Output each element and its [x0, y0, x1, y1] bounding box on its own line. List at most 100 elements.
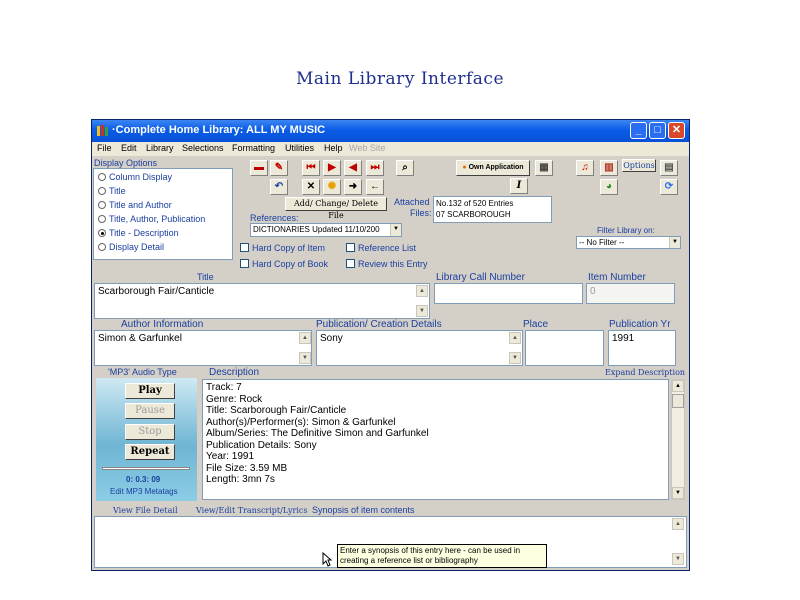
- checkbox-box: [346, 243, 355, 252]
- description-line: Length: 3mn 7s: [206, 474, 275, 485]
- checkbox-label: Hard Copy of Book: [252, 259, 329, 269]
- globe-icon[interactable]: ◕: [600, 179, 618, 195]
- scroll-up-icon[interactable]: ▲: [672, 380, 684, 392]
- synopsis-tooltip: Enter a synopsis of this entry here - ca…: [337, 544, 547, 568]
- author-field[interactable]: Simon & Garfunkel: [94, 330, 312, 366]
- menu-file[interactable]: File: [97, 143, 112, 153]
- menu-edit[interactable]: Edit: [121, 143, 137, 153]
- checkbox-label: Review this Entry: [358, 259, 428, 269]
- binoculars-search-icon[interactable]: ⌕: [396, 160, 414, 176]
- scroll-thumb[interactable]: [672, 394, 684, 408]
- own-application-button[interactable]: ● Own Application: [456, 160, 530, 176]
- display-icon[interactable]: ▤: [660, 160, 678, 176]
- reference-list-checkbox[interactable]: Reference List: [346, 243, 416, 253]
- mouse-cursor-icon: [322, 552, 332, 567]
- description-line: File Size: 3.59 MB: [206, 462, 288, 474]
- item-number-field[interactable]: 0: [586, 283, 675, 304]
- pub-year-field[interactable]: 1991: [608, 330, 676, 366]
- scroll-up-icon[interactable]: ▲: [672, 518, 684, 530]
- radio-title-description[interactable]: Title - Description: [98, 228, 179, 238]
- own-application-label: Own Application: [468, 164, 524, 171]
- maximize-button[interactable]: □: [649, 122, 666, 139]
- attached-file-name: 07 SCARBOROUGH: [436, 210, 511, 219]
- description-line: Publication Details: Sony: [206, 439, 317, 451]
- expand-description-link[interactable]: Expand Description: [605, 368, 685, 377]
- scroll-up-icon[interactable]: ▲: [416, 285, 428, 297]
- previous-record-button[interactable]: ◀: [344, 160, 362, 176]
- radio-title[interactable]: Title: [98, 186, 126, 196]
- attached-files-box[interactable]: No.132 of 520 Entries 07 SCARBOROUGH: [433, 196, 552, 223]
- scroll-down-icon[interactable]: ▼: [672, 487, 684, 499]
- tab-view-edit-transcript[interactable]: View/Edit Transcript/Lyrics: [196, 506, 308, 515]
- tab-synopsis[interactable]: Synopsis of item contents: [312, 505, 415, 515]
- review-entry-checkbox[interactable]: Review this Entry: [346, 259, 428, 269]
- radio-column-display[interactable]: Column Display: [98, 172, 172, 182]
- scroll-down-icon[interactable]: ▼: [672, 553, 684, 565]
- description-line: Author(s)/Performer(s): Simon & Garfunke…: [206, 416, 396, 428]
- minimize-button[interactable]: _: [630, 122, 647, 139]
- menu-utilities[interactable]: Utilities: [285, 143, 314, 153]
- audio-type-label: 'MP3' Audio Type: [108, 367, 177, 377]
- description-textarea[interactable]: Track: 7 Genre: Rock Title: Scarborough …: [202, 379, 669, 500]
- repeat-button[interactable]: Repeat: [125, 444, 175, 460]
- hard-copy-item-checkbox[interactable]: Hard Copy of Item: [240, 243, 325, 253]
- scroll-up-icon[interactable]: ▲: [509, 332, 521, 344]
- checkbox-label: Reference List: [358, 243, 417, 253]
- scroll-down-icon[interactable]: ▼: [416, 305, 428, 317]
- attached-label: Attached: [394, 197, 430, 207]
- call-number-field[interactable]: [434, 283, 583, 304]
- menu-help[interactable]: Help: [324, 143, 343, 153]
- radio-display-detail[interactable]: Display Detail: [98, 242, 164, 252]
- radio-dot: [98, 173, 106, 181]
- edit-mp3-metatags-link[interactable]: Edit MP3 Metatags: [110, 487, 178, 496]
- library-books-icon[interactable]: ▥: [600, 160, 618, 176]
- title-bar[interactable]: ·Complete Home Library: ALL MY MUSIC _ □…: [92, 120, 689, 142]
- edit-pencil-icon[interactable]: ✎: [270, 160, 288, 176]
- radio-title-author[interactable]: Title and Author: [98, 200, 172, 210]
- description-scrollbar[interactable]: ▲ ▼: [671, 379, 685, 500]
- scroll-down-icon[interactable]: ▼: [299, 352, 311, 364]
- italic-button[interactable]: I: [510, 178, 528, 194]
- menu-formatting[interactable]: Formatting: [232, 143, 275, 153]
- place-field[interactable]: [525, 330, 604, 366]
- play-button[interactable]: Play: [125, 383, 175, 399]
- radio-title-author-publication[interactable]: Title, Author, Publication: [98, 214, 205, 224]
- forward-arrow-button[interactable]: ➜: [344, 179, 362, 195]
- publication-label: Publication/ Creation Details: [316, 319, 442, 330]
- next-record-button[interactable]: ▶: [323, 160, 341, 176]
- radio-dot: [98, 215, 106, 223]
- disk-icon[interactable]: ▬: [250, 160, 268, 176]
- scroll-down-icon[interactable]: ▼: [509, 352, 521, 364]
- back-arrow-button[interactable]: ←: [366, 179, 384, 195]
- audio-progress-track[interactable]: [102, 467, 190, 470]
- checkbox-box: [240, 259, 249, 268]
- author-label: Author Information: [121, 319, 204, 330]
- menu-library[interactable]: Library: [146, 143, 174, 153]
- audio-player-panel: Play Pause Stop Repeat 0: 0.3: 09 Edit M…: [96, 378, 197, 501]
- undo-button[interactable]: ↶: [270, 179, 288, 195]
- publication-field[interactable]: Sony: [316, 330, 523, 366]
- references-dropdown[interactable]: DICTIONARIES Updated 11/10/200 ▼: [250, 223, 402, 237]
- scroll-up-icon[interactable]: ▲: [299, 332, 311, 344]
- refresh-icon[interactable]: ⟳: [660, 179, 678, 195]
- add-change-delete-file-button[interactable]: Add/ Change/ Delete File: [285, 197, 387, 220]
- description-line: Title: Scarborough Fair/Canticle: [206, 405, 347, 416]
- filter-dropdown[interactable]: -- No Filter -- ▼: [576, 236, 681, 249]
- tab-view-file-detail[interactable]: View File Detail: [113, 506, 178, 515]
- options-button[interactable]: Options: [622, 159, 656, 172]
- hard-copy-book-checkbox[interactable]: Hard Copy of Book: [240, 259, 328, 269]
- checkbox-box: [346, 259, 355, 268]
- menu-selections[interactable]: Selections: [182, 143, 224, 153]
- radio-label: Title, Author, Publication: [109, 214, 206, 224]
- spreadsheet-icon[interactable]: ▦: [535, 160, 553, 176]
- last-record-button[interactable]: ⏭: [366, 160, 384, 176]
- description-line: Year: 1991: [206, 451, 255, 462]
- first-record-button[interactable]: ⏮: [302, 160, 320, 176]
- close-button[interactable]: ✕: [668, 122, 685, 139]
- pause-button[interactable]: Pause: [125, 403, 175, 419]
- sun-icon[interactable]: ✺: [323, 179, 341, 195]
- stop-button[interactable]: Stop: [125, 424, 175, 440]
- title-field[interactable]: Scarborough Fair/Canticle: [94, 283, 430, 319]
- delete-record-button[interactable]: ✕: [302, 179, 320, 195]
- music-stand-icon[interactable]: ♫: [576, 160, 594, 176]
